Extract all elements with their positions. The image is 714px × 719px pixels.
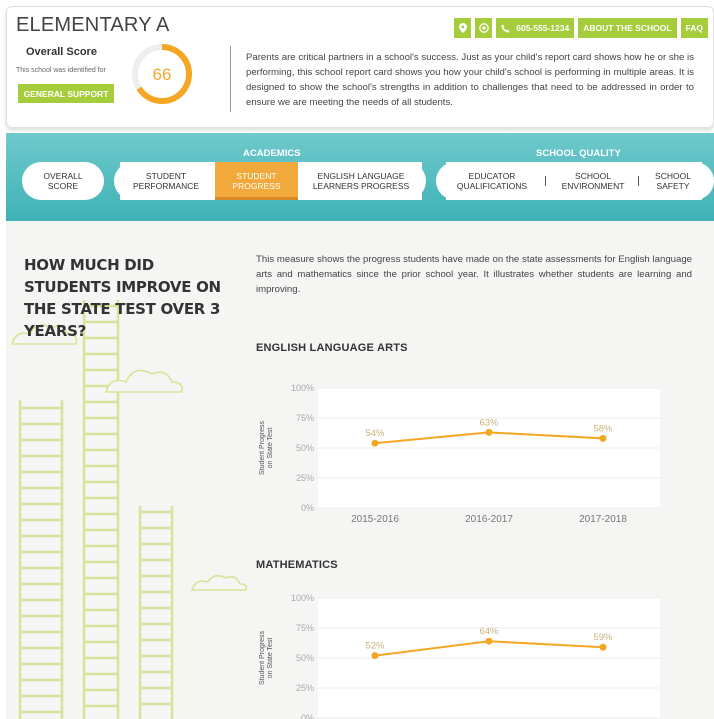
about-school-button[interactable]: ABOUT THE SCHOOL bbox=[578, 18, 677, 38]
ela-section-title: ENGLISH LANGUAGE ARTS bbox=[256, 342, 408, 354]
data-point bbox=[371, 439, 379, 447]
y-tick-label: 25% bbox=[296, 473, 314, 483]
y-axis-label: Student Progresson State Test bbox=[259, 630, 274, 685]
tab-overall-score[interactable]: OVERALL SCORE bbox=[22, 162, 104, 200]
y-tick-label: 50% bbox=[296, 653, 314, 663]
data-point bbox=[485, 637, 493, 645]
math-progress-chart: 0% 25% 50% 75% 100% Student Progresson State … bbox=[259, 593, 660, 719]
x-tick-label: 2015-2016 bbox=[351, 514, 399, 525]
y-axis-label-line: on State Test bbox=[267, 428, 274, 469]
y-tick-label: 0% bbox=[301, 503, 314, 513]
data-label: 63% bbox=[479, 417, 499, 428]
x-tick-label: 2017-2018 bbox=[579, 514, 627, 525]
y-tick-label: 100% bbox=[291, 383, 314, 393]
measure-description: This measure shows the progress students… bbox=[256, 254, 692, 295]
general-support-badge[interactable]: GENERAL SUPPORT bbox=[18, 84, 114, 103]
y-axis-label-line: Student Progress bbox=[259, 420, 266, 475]
tab-separator bbox=[638, 176, 639, 186]
ladder-rungs bbox=[20, 304, 172, 714]
math-section-title: MATHEMATICS bbox=[256, 559, 338, 571]
location-button[interactable] bbox=[454, 18, 472, 38]
progress-question-heading: HOW MUCH DID STUDENTS IMPROVE ON THE STA… bbox=[24, 256, 221, 340]
data-point bbox=[599, 434, 607, 442]
y-tick-label: 75% bbox=[296, 413, 314, 423]
phone-number: 605-555-1234 bbox=[516, 23, 570, 33]
header-divider bbox=[230, 46, 231, 112]
x-tick-label: 2016-2017 bbox=[465, 514, 513, 525]
email-button[interactable] bbox=[475, 18, 493, 38]
header-actions: 605-555-1234 ABOUT THE SCHOOL FAQ bbox=[454, 18, 708, 38]
y-tick-label: 100% bbox=[291, 593, 314, 603]
score-gauge: 66 bbox=[132, 44, 192, 104]
y-axis-label-line: Student Progress bbox=[259, 630, 266, 685]
y-tick-label: 75% bbox=[296, 623, 314, 633]
decorative-clouds bbox=[10, 324, 248, 591]
data-label: 58% bbox=[593, 423, 613, 434]
school-name: ELEMENTARY A bbox=[16, 14, 170, 36]
data-label: 64% bbox=[479, 626, 499, 637]
y-axis-label-line: on State Test bbox=[267, 638, 274, 679]
map-pin-icon bbox=[458, 23, 467, 33]
data-point bbox=[371, 652, 379, 660]
data-point bbox=[485, 428, 493, 436]
tab-ell-progress[interactable]: ENGLISH LANGUAGE LEARNERS PROGRESS bbox=[300, 162, 422, 200]
phone-button[interactable]: 605-555-1234 bbox=[496, 18, 575, 38]
tab-student-progress[interactable]: STUDENT PROGRESS bbox=[215, 162, 298, 200]
report-card-description: Parents are critical partners in a schoo… bbox=[246, 52, 694, 108]
data-label: 59% bbox=[593, 632, 613, 643]
tab-educator-qualifications[interactable]: EDUCATOR QUALIFICATIONS bbox=[446, 162, 538, 200]
tab-separator bbox=[545, 176, 546, 186]
y-axis-label: Student Progresson State Test bbox=[259, 420, 274, 475]
y-tick-label: 0% bbox=[301, 713, 314, 719]
ela-progress-chart: 0% 25% 50% 75% 100% Student Progresson State … bbox=[259, 383, 660, 525]
data-label: 52% bbox=[365, 641, 385, 652]
academics-label: ACADEMICS bbox=[243, 148, 301, 159]
y-tick-label: 50% bbox=[296, 443, 314, 453]
data-label: 54% bbox=[365, 428, 385, 439]
phone-icon bbox=[501, 23, 510, 33]
overall-score-label: Overall Score bbox=[26, 46, 97, 58]
ladder-illustration bbox=[10, 300, 248, 719]
y-tick-label: 25% bbox=[296, 683, 314, 693]
tab-school-environment[interactable]: SCHOOL ENVIRONMENT bbox=[552, 162, 634, 200]
faq-button[interactable]: FAQ bbox=[680, 18, 708, 38]
identified-text: This school was identified for bbox=[16, 67, 106, 74]
score-value: 66 bbox=[153, 65, 172, 84]
tab-student-performance[interactable]: STUDENT PERFORMANCE bbox=[120, 162, 212, 200]
tab-school-safety[interactable]: SCHOOL SAFETY bbox=[644, 162, 702, 200]
school-quality-label: SCHOOL QUALITY bbox=[536, 148, 621, 159]
at-sign-icon bbox=[478, 23, 489, 33]
data-point bbox=[599, 643, 607, 651]
